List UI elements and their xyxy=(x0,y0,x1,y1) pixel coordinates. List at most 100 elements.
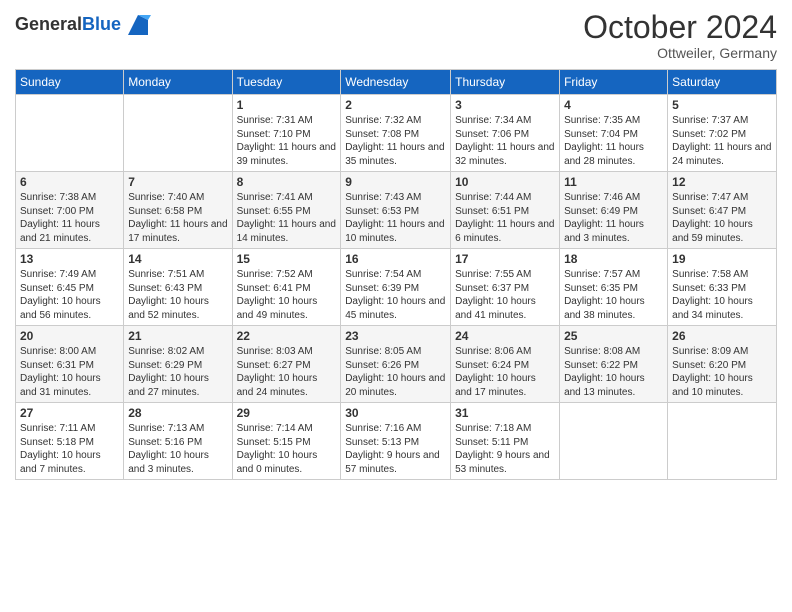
calendar-cell xyxy=(16,95,124,172)
day-number: 16 xyxy=(345,252,446,266)
calendar-cell: 31Sunrise: 7:18 AM Sunset: 5:11 PM Dayli… xyxy=(451,403,560,480)
calendar-page: GeneralBlue October 2024 Ottweiler, Germ… xyxy=(0,0,792,612)
day-number: 30 xyxy=(345,406,446,420)
calendar-cell: 10 Sunrise: 7:44 AM Sunset: 6:51 PM Dayli… xyxy=(451,172,560,249)
day-number: 14 xyxy=(128,252,227,266)
day-info: Sunrise: 7:14 AM Sunset: 5:15 PM Dayligh… xyxy=(237,422,337,476)
calendar-week-3: 13Sunrise: 7:49 AM Sunset: 6:45 PM Dayli… xyxy=(16,249,777,326)
day-info: Sunrise: 7:46 AM Sunset: 6:49 PM Dayligh… xyxy=(564,191,663,245)
header-monday: Monday xyxy=(124,70,232,95)
day-number: 6 xyxy=(20,175,119,189)
day-info: Sunrise: 8:00 AM Sunset: 6:31 PM Dayligh… xyxy=(20,345,119,399)
calendar-cell: 25Sunrise: 8:08 AM Sunset: 6:22 PM Dayli… xyxy=(560,326,668,403)
calendar-cell xyxy=(668,403,777,480)
day-number: 15 xyxy=(237,252,337,266)
day-info: Sunrise: 8:05 AM Sunset: 6:26 PM Dayligh… xyxy=(345,345,446,399)
calendar-cell: 12Sunrise: 7:47 AM Sunset: 6:47 PM Dayli… xyxy=(668,172,777,249)
logo-icon xyxy=(123,10,153,40)
calendar-cell: 29Sunrise: 7:14 AM Sunset: 5:15 PM Dayli… xyxy=(232,403,341,480)
calendar-cell: 20 Sunrise: 8:00 AM Sunset: 6:31 PM Dayli… xyxy=(16,326,124,403)
calendar-cell xyxy=(560,403,668,480)
day-info: Sunrise: 7:52 AM Sunset: 6:41 PM Dayligh… xyxy=(237,268,337,322)
day-number: 7 xyxy=(128,175,227,189)
logo-blue: Blue xyxy=(82,14,121,34)
calendar-cell: 2 Sunrise: 7:32 AM Sunset: 7:08 PM Daylig… xyxy=(341,95,451,172)
day-number: 28 xyxy=(128,406,227,420)
header-thursday: Thursday xyxy=(451,70,560,95)
day-info: Sunrise: 7:41 AM Sunset: 6:55 PM Dayligh… xyxy=(237,191,337,245)
calendar-week-2: 6 Sunrise: 7:38 AM Sunset: 7:00 PM Daylig… xyxy=(16,172,777,249)
calendar-cell: 28Sunrise: 7:13 AM Sunset: 5:16 PM Dayli… xyxy=(124,403,232,480)
calendar-cell: 6 Sunrise: 7:38 AM Sunset: 7:00 PM Daylig… xyxy=(16,172,124,249)
month-title: October 2024 xyxy=(583,10,777,45)
calendar-header-row: Sunday Monday Tuesday Wednesday Thursday… xyxy=(16,70,777,95)
day-info: Sunrise: 7:37 AM Sunset: 7:02 PM Dayligh… xyxy=(672,114,772,168)
day-info: Sunrise: 7:49 AM Sunset: 6:45 PM Dayligh… xyxy=(20,268,119,322)
day-info: Sunrise: 8:06 AM Sunset: 6:24 PM Dayligh… xyxy=(455,345,555,399)
calendar-cell: 4 Sunrise: 7:35 AM Sunset: 7:04 PM Daylig… xyxy=(560,95,668,172)
calendar-cell: 26Sunrise: 8:09 AM Sunset: 6:20 PM Dayli… xyxy=(668,326,777,403)
calendar-cell: 1Sunrise: 7:31 AM Sunset: 7:10 PM Daylig… xyxy=(232,95,341,172)
header-saturday: Saturday xyxy=(668,70,777,95)
logo-general: General xyxy=(15,14,82,34)
day-info: Sunrise: 7:54 AM Sunset: 6:39 PM Dayligh… xyxy=(345,268,446,322)
day-info: Sunrise: 8:09 AM Sunset: 6:20 PM Dayligh… xyxy=(672,345,772,399)
day-number: 4 xyxy=(564,98,663,112)
calendar-cell: 9 Sunrise: 7:43 AM Sunset: 6:53 PM Daylig… xyxy=(341,172,451,249)
calendar-cell: 17 Sunrise: 7:55 AM Sunset: 6:37 PM Dayli… xyxy=(451,249,560,326)
calendar-cell: 14 Sunrise: 7:51 AM Sunset: 6:43 PM Dayli… xyxy=(124,249,232,326)
day-info: Sunrise: 7:32 AM Sunset: 7:08 PM Dayligh… xyxy=(345,114,446,168)
calendar-cell: 24 Sunrise: 8:06 AM Sunset: 6:24 PM Dayli… xyxy=(451,326,560,403)
calendar-cell: 19Sunrise: 7:58 AM Sunset: 6:33 PM Dayli… xyxy=(668,249,777,326)
day-number: 2 xyxy=(345,98,446,112)
day-number: 25 xyxy=(564,329,663,343)
day-number: 20 xyxy=(20,329,119,343)
day-info: Sunrise: 7:34 AM Sunset: 7:06 PM Dayligh… xyxy=(455,114,555,168)
calendar-table: Sunday Monday Tuesday Wednesday Thursday… xyxy=(15,69,777,480)
day-info: Sunrise: 7:16 AM Sunset: 5:13 PM Dayligh… xyxy=(345,422,446,476)
day-number: 27 xyxy=(20,406,119,420)
day-number: 5 xyxy=(672,98,772,112)
day-number: 31 xyxy=(455,406,555,420)
calendar-cell: 27 Sunrise: 7:11 AM Sunset: 5:18 PM Dayli… xyxy=(16,403,124,480)
calendar-cell: 23 Sunrise: 8:05 AM Sunset: 6:26 PM Dayli… xyxy=(341,326,451,403)
header-friday: Friday xyxy=(560,70,668,95)
header-wednesday: Wednesday xyxy=(341,70,451,95)
day-info: Sunrise: 7:44 AM Sunset: 6:51 PM Dayligh… xyxy=(455,191,555,245)
calendar-cell: 22Sunrise: 8:03 AM Sunset: 6:27 PM Dayli… xyxy=(232,326,341,403)
calendar-cell: 8 Sunrise: 7:41 AM Sunset: 6:55 PM Daylig… xyxy=(232,172,341,249)
day-info: Sunrise: 7:55 AM Sunset: 6:37 PM Dayligh… xyxy=(455,268,555,322)
calendar-cell: 18Sunrise: 7:57 AM Sunset: 6:35 PM Dayli… xyxy=(560,249,668,326)
day-info: Sunrise: 7:38 AM Sunset: 7:00 PM Dayligh… xyxy=(20,191,119,245)
day-info: Sunrise: 7:58 AM Sunset: 6:33 PM Dayligh… xyxy=(672,268,772,322)
day-number: 24 xyxy=(455,329,555,343)
calendar-cell xyxy=(124,95,232,172)
day-info: Sunrise: 7:31 AM Sunset: 7:10 PM Dayligh… xyxy=(237,114,337,168)
calendar-cell: 7Sunrise: 7:40 AM Sunset: 6:58 PM Daylig… xyxy=(124,172,232,249)
day-info: Sunrise: 7:11 AM Sunset: 5:18 PM Dayligh… xyxy=(20,422,119,476)
calendar-week-5: 27 Sunrise: 7:11 AM Sunset: 5:18 PM Dayli… xyxy=(16,403,777,480)
day-info: Sunrise: 7:43 AM Sunset: 6:53 PM Dayligh… xyxy=(345,191,446,245)
logo-text: GeneralBlue xyxy=(15,15,121,35)
day-info: Sunrise: 7:57 AM Sunset: 6:35 PM Dayligh… xyxy=(564,268,663,322)
day-number: 9 xyxy=(345,175,446,189)
logo: GeneralBlue xyxy=(15,10,153,40)
calendar-cell: 15 Sunrise: 7:52 AM Sunset: 6:41 PM Dayli… xyxy=(232,249,341,326)
title-area: October 2024 Ottweiler, Germany xyxy=(583,10,777,61)
calendar-cell: 3 Sunrise: 7:34 AM Sunset: 7:06 PM Daylig… xyxy=(451,95,560,172)
day-number: 3 xyxy=(455,98,555,112)
calendar-cell: 11 Sunrise: 7:46 AM Sunset: 6:49 PM Dayli… xyxy=(560,172,668,249)
day-number: 22 xyxy=(237,329,337,343)
day-number: 12 xyxy=(672,175,772,189)
day-number: 17 xyxy=(455,252,555,266)
header-tuesday: Tuesday xyxy=(232,70,341,95)
day-number: 21 xyxy=(128,329,227,343)
day-info: Sunrise: 7:35 AM Sunset: 7:04 PM Dayligh… xyxy=(564,114,663,168)
day-number: 23 xyxy=(345,329,446,343)
day-number: 11 xyxy=(564,175,663,189)
header-sunday: Sunday xyxy=(16,70,124,95)
day-info: Sunrise: 7:51 AM Sunset: 6:43 PM Dayligh… xyxy=(128,268,227,322)
calendar-cell: 21Sunrise: 8:02 AM Sunset: 6:29 PM Dayli… xyxy=(124,326,232,403)
day-number: 8 xyxy=(237,175,337,189)
day-number: 10 xyxy=(455,175,555,189)
